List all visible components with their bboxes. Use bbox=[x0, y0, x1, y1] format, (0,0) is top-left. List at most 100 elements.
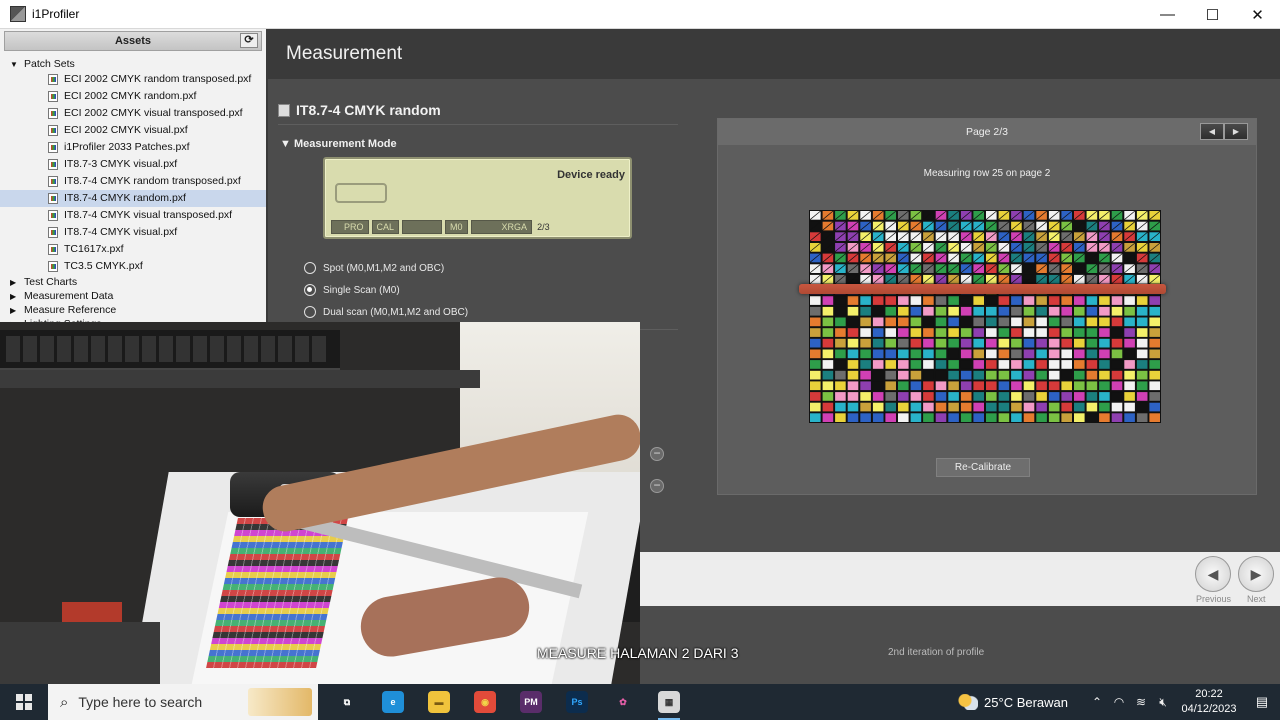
minus-button[interactable]: − bbox=[650, 479, 664, 493]
color-patch bbox=[1086, 296, 1098, 305]
taskbar-app-color-app[interactable]: ✿ bbox=[600, 684, 646, 720]
mode-radio[interactable]: Dual scan (M0,M1,M2 and OBC) bbox=[304, 306, 468, 318]
color-patch bbox=[810, 338, 821, 348]
color-patch bbox=[860, 360, 871, 369]
color-patch bbox=[1124, 413, 1135, 422]
network-icon[interactable]: ◠ bbox=[1108, 695, 1130, 709]
patch-set-item[interactable]: ECI 2002 CMYK random transposed.pxf bbox=[0, 71, 266, 88]
patch-set-item[interactable]: ECI 2002 CMYK visual.pxf bbox=[0, 122, 266, 139]
minus-button[interactable]: − bbox=[650, 447, 664, 461]
patch-set-label: i1Profiler 2033 Patches.pxf bbox=[64, 141, 190, 153]
taskbar-app-task-view[interactable]: ⧉ bbox=[324, 684, 370, 720]
color-patch bbox=[1099, 338, 1110, 348]
taskbar-search[interactable]: ⌕ Type here to search bbox=[48, 684, 318, 720]
color-patch bbox=[910, 317, 922, 327]
screen: i1Profiler — ☐ ✕ Assets ⟳ ▼ Patch Sets EC… bbox=[0, 0, 1280, 720]
color-patch bbox=[1111, 392, 1123, 401]
next-page-button[interactable]: ▶ bbox=[1224, 123, 1248, 140]
tree-group[interactable]: ▶ Measurement Data bbox=[0, 289, 266, 303]
expand-triangle-icon: ▼ bbox=[10, 60, 18, 69]
weather-icon bbox=[958, 694, 979, 710]
color-patch bbox=[1111, 360, 1123, 369]
radio-circle-icon bbox=[304, 284, 316, 296]
clock[interactable]: 20:22 04/12/2023 bbox=[1174, 687, 1244, 717]
device-status: Device ready bbox=[557, 169, 625, 181]
taskbar-app-file-explorer[interactable]: ▬ bbox=[416, 684, 462, 720]
tree-group[interactable]: ▶ Test Charts bbox=[0, 275, 266, 289]
color-patch bbox=[986, 381, 997, 391]
color-patch bbox=[1048, 317, 1060, 327]
taskbar: ⌕ Type here to search ⧉ e ▬ ◉ PM Ps ✿ ▦ 25°C Be… bbox=[0, 684, 1280, 720]
premiere-icon: PM bbox=[520, 691, 542, 713]
patch-set-label: TC1617x.pxf bbox=[64, 243, 124, 255]
patch-set-item[interactable]: i1Profiler 2033 Patches.pxf bbox=[0, 139, 266, 156]
tree-group-patch-sets[interactable]: ▼ Patch Sets bbox=[0, 57, 266, 71]
color-patch bbox=[973, 402, 984, 412]
notification-icon[interactable]: ▤ bbox=[1244, 694, 1280, 710]
mode-radio[interactable]: Spot (M0,M1,M2 and OBC) bbox=[304, 262, 444, 274]
color-patch bbox=[1086, 360, 1098, 369]
color-patch bbox=[1011, 328, 1022, 337]
color-patch bbox=[998, 392, 1010, 401]
measurement-mode-header[interactable]: ▼ Measurement Mode bbox=[280, 138, 397, 150]
color-patch bbox=[1124, 306, 1135, 316]
pxf-file-icon bbox=[48, 91, 58, 102]
patch-set-item[interactable]: IT8.7-4 CMYK visual.pxf bbox=[0, 224, 266, 241]
previous-button[interactable]: ◀ bbox=[1195, 556, 1231, 592]
taskbar-app-premiere[interactable]: PM bbox=[508, 684, 554, 720]
color-patch bbox=[973, 381, 984, 391]
pxf-file-icon bbox=[48, 261, 58, 272]
patch-set-item[interactable]: TC1617x.pxf bbox=[0, 241, 266, 258]
color-patch bbox=[885, 370, 896, 380]
pxf-file-icon bbox=[48, 193, 58, 204]
wifi-icon[interactable]: ≋ bbox=[1130, 695, 1152, 709]
weather-widget[interactable]: 25°C Berawan bbox=[958, 694, 1068, 710]
taskbar-app-edge[interactable]: e bbox=[370, 684, 416, 720]
color-patch bbox=[1011, 381, 1022, 391]
patch-set-item[interactable]: ECI 2002 CMYK visual transposed.pxf bbox=[0, 105, 266, 122]
mode-radio[interactable]: Single Scan (M0) bbox=[304, 284, 400, 296]
minimize-button[interactable]: — bbox=[1145, 0, 1190, 29]
taskbar-app-chrome[interactable]: ◉ bbox=[462, 684, 508, 720]
volume-muted-icon[interactable]: 🔇︎ bbox=[1152, 695, 1174, 710]
color-patch bbox=[1048, 360, 1060, 369]
next-button[interactable]: ▶ bbox=[1238, 556, 1274, 592]
maximize-button[interactable]: ☐ bbox=[1190, 0, 1235, 29]
patch-set-item[interactable]: TC3.5 CMYK.pxf bbox=[0, 258, 266, 275]
patch-set-item[interactable]: ECI 2002 CMYK random.pxf bbox=[0, 88, 266, 105]
color-patch bbox=[898, 349, 909, 359]
pxf-file-icon bbox=[48, 125, 58, 136]
color-patch bbox=[948, 360, 959, 369]
color-patch bbox=[872, 360, 884, 369]
patch-set-item[interactable]: IT8.7-4 CMYK random.pxf bbox=[0, 190, 266, 207]
start-button[interactable] bbox=[0, 684, 48, 720]
prev-page-button[interactable]: ◀ bbox=[1200, 123, 1224, 140]
recalibrate-button[interactable]: Re-Calibrate bbox=[936, 458, 1030, 477]
refresh-icon[interactable]: ⟳ bbox=[240, 33, 258, 48]
color-patch bbox=[1149, 317, 1160, 327]
color-patch bbox=[835, 413, 846, 422]
color-patch bbox=[910, 413, 922, 422]
color-patch bbox=[1036, 317, 1047, 327]
color-patch bbox=[1036, 402, 1047, 412]
patch-set-item[interactable]: IT8.7-4 CMYK random transposed.pxf bbox=[0, 173, 266, 190]
taskbar-app-photoshop[interactable]: Ps bbox=[554, 684, 600, 720]
patch-set-heading: IT8.7-4 CMYK random bbox=[278, 102, 441, 118]
color-patch bbox=[1036, 381, 1047, 391]
close-button[interactable]: ✕ bbox=[1235, 0, 1280, 29]
window-title: i1Profiler bbox=[32, 7, 80, 21]
color-patch bbox=[885, 392, 896, 401]
patch-set-item[interactable]: IT8.7-3 CMYK visual.pxf bbox=[0, 156, 266, 173]
chevron-up-icon[interactable]: ⌃ bbox=[1086, 695, 1108, 709]
color-patch bbox=[948, 328, 959, 337]
taskbar-app-i1profiler[interactable]: ▦ bbox=[646, 684, 692, 720]
patch-set-item[interactable]: IT8.7-4 CMYK visual transposed.pxf bbox=[0, 207, 266, 224]
color-patch bbox=[973, 413, 984, 422]
edge-icon: e bbox=[382, 691, 404, 713]
color-patch bbox=[1023, 317, 1035, 327]
tree-group[interactable]: ▶ Measure Reference bbox=[0, 303, 266, 317]
color-patch bbox=[960, 338, 972, 348]
measurement-panel: Page 2/3 ◀ ▶ Measuring row 25 on page 2 … bbox=[717, 118, 1257, 495]
patch-set-title: IT8.7-4 CMYK random bbox=[296, 102, 441, 118]
mode-label: Single Scan (M0) bbox=[323, 284, 400, 296]
